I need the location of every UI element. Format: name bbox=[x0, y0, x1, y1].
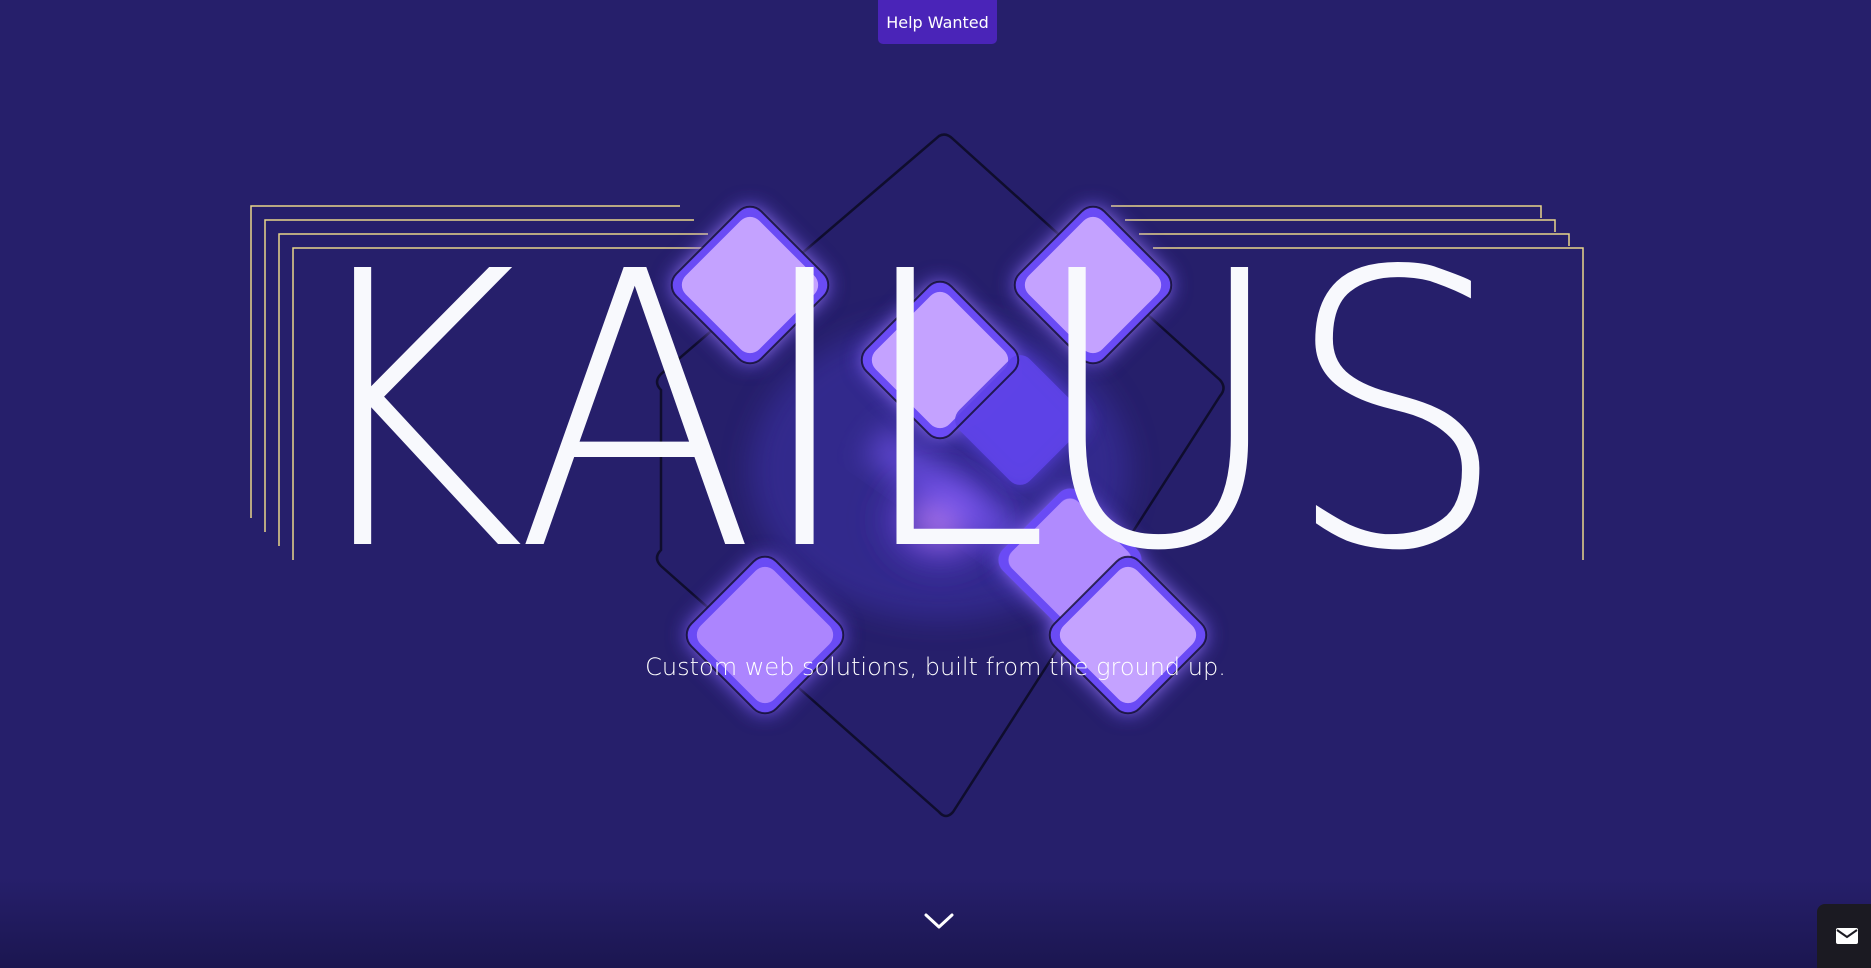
help-wanted-button[interactable]: Help Wanted bbox=[878, 0, 997, 44]
chevron-down-icon bbox=[924, 913, 954, 929]
hero-section: KAILUS Custom web solutions, built from … bbox=[0, 0, 1871, 968]
scroll-down-button[interactable] bbox=[921, 908, 957, 934]
hero-tagline: Custom web solutions, built from the gro… bbox=[645, 653, 1226, 681]
contact-button[interactable] bbox=[1817, 904, 1871, 968]
mail-icon bbox=[1836, 928, 1858, 944]
brand-wordmark: KAILUS bbox=[293, 191, 1508, 634]
